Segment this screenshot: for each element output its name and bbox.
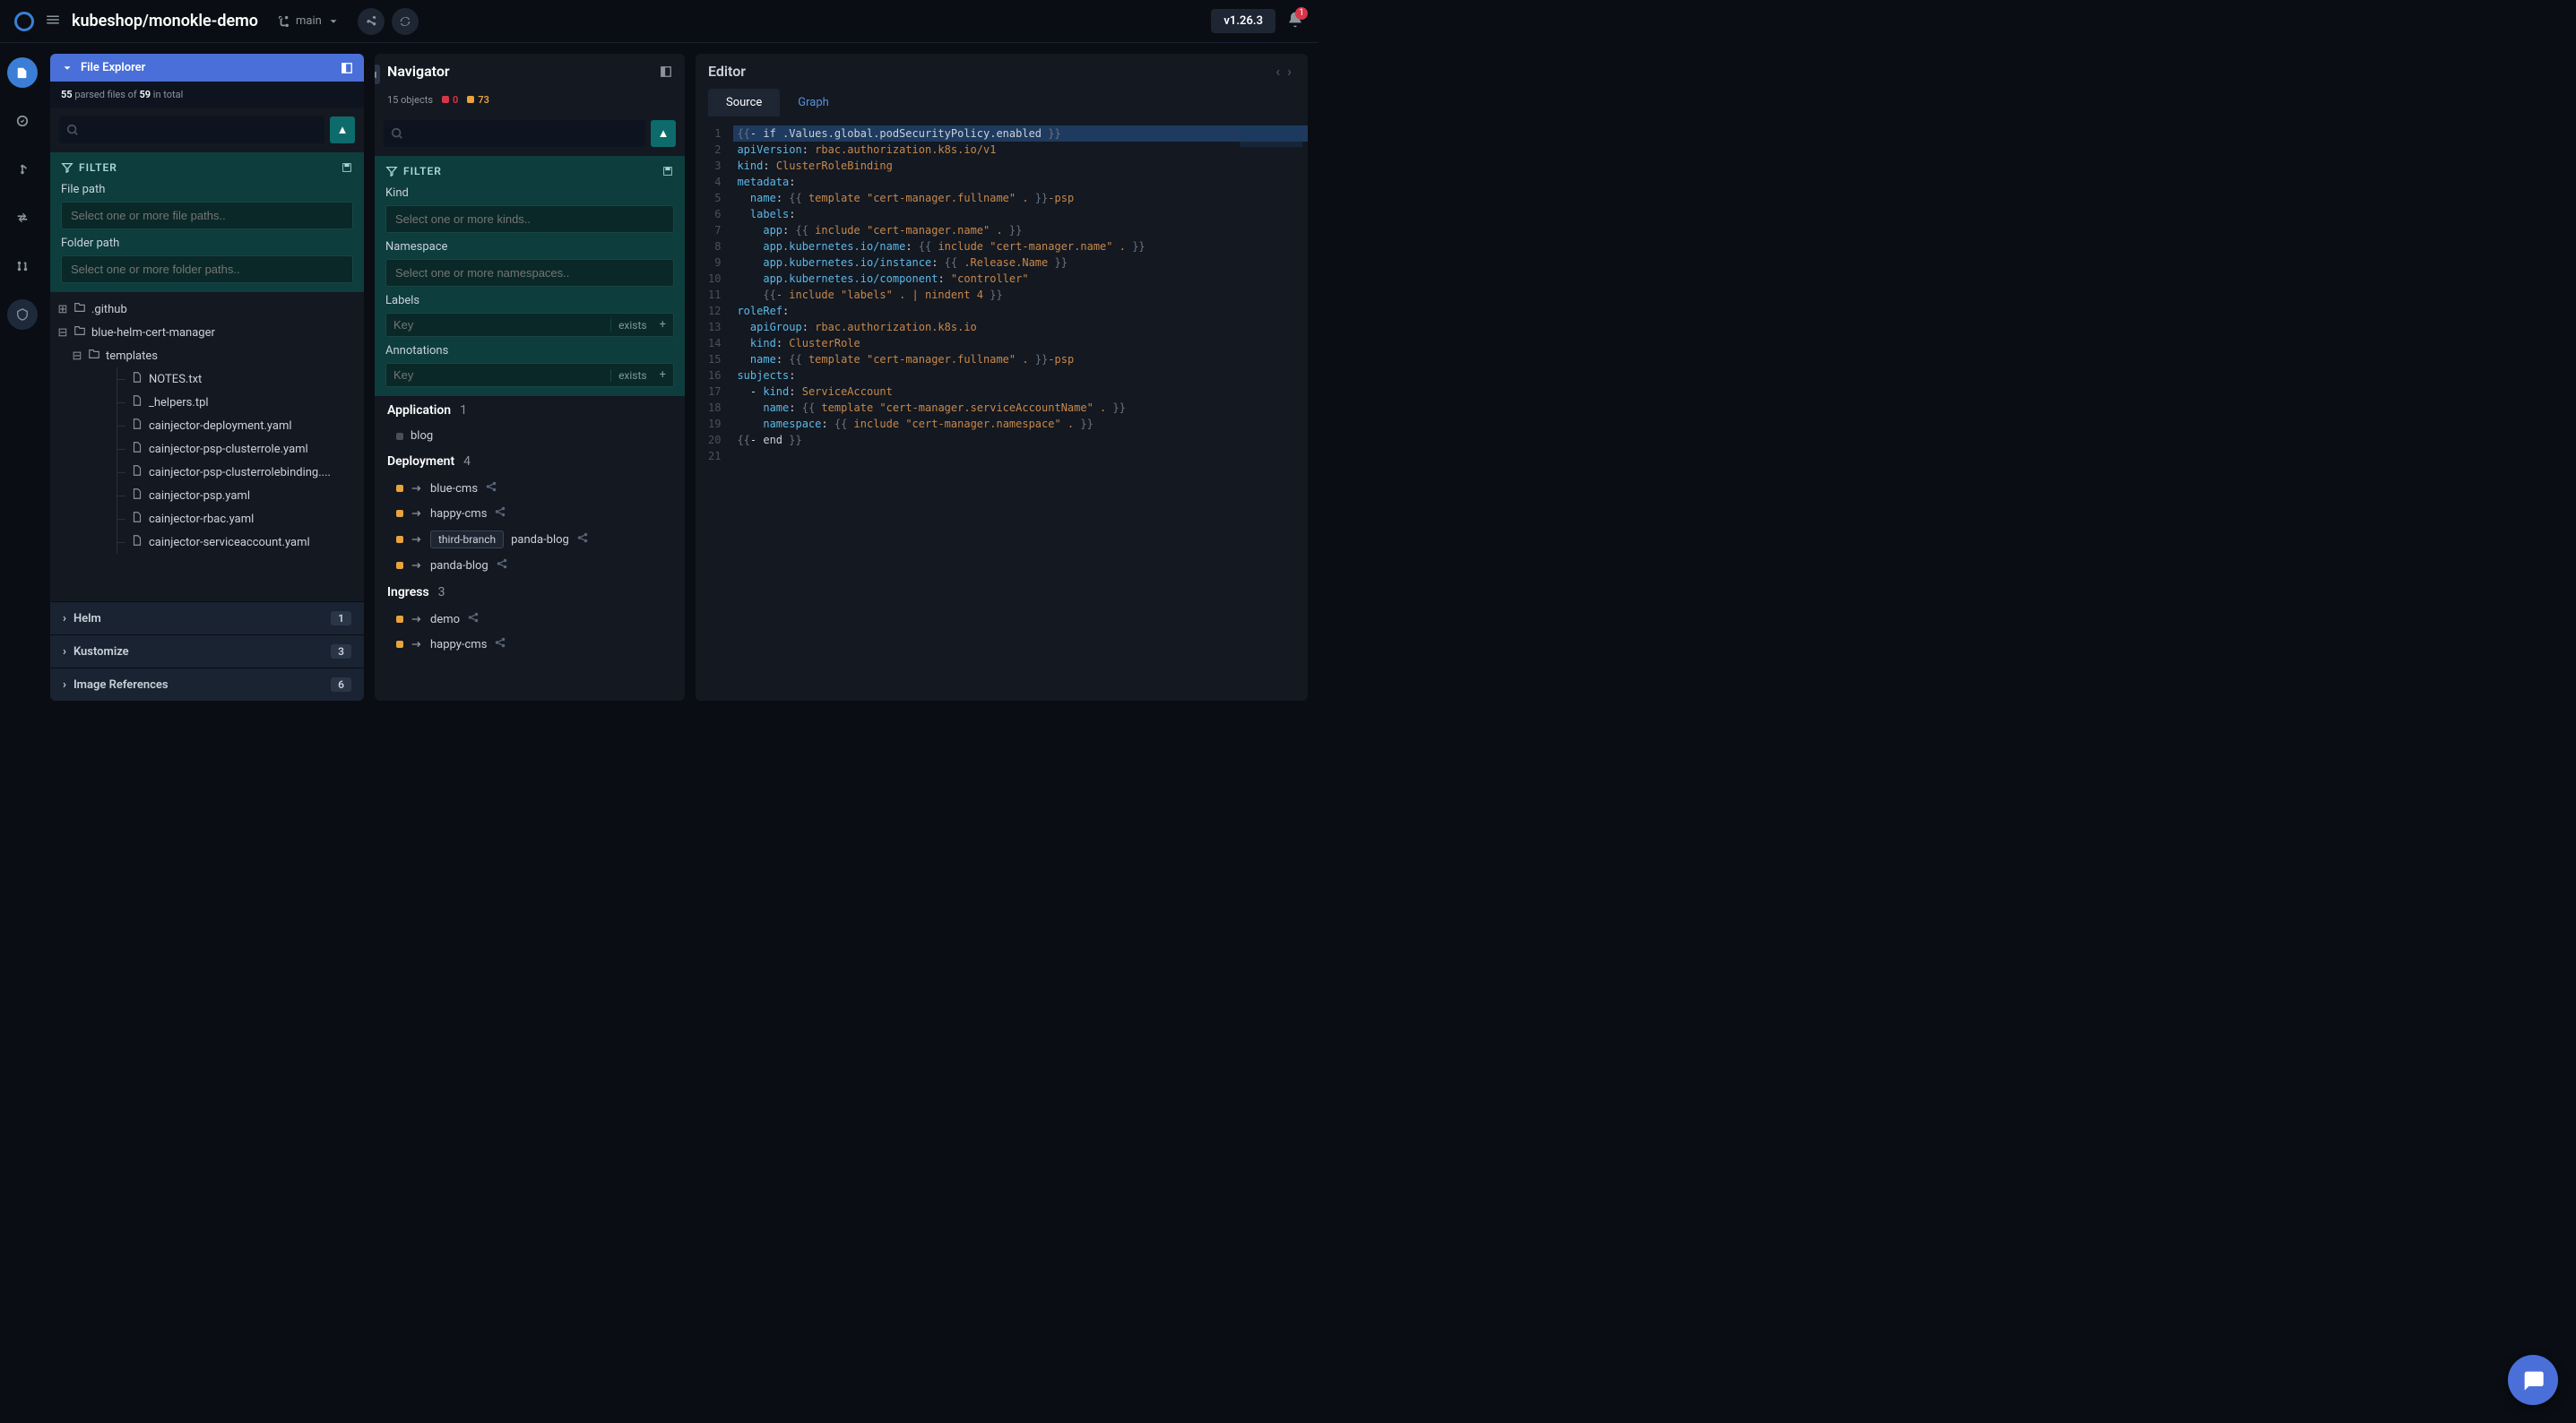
tab-source[interactable]: Source: [708, 89, 780, 116]
nav-item[interactable]: blue-cms: [375, 476, 685, 501]
tree-folder-blue-helm[interactable]: ⊟blue-helm-cert-manager: [50, 321, 364, 344]
accordion-helm[interactable]: ›Helm1: [50, 601, 364, 634]
branch-icon: [278, 15, 290, 28]
nav-group-ingress[interactable]: Ingress3: [375, 578, 685, 607]
annotations-add-button[interactable]: +: [654, 368, 666, 382]
labels-key-input[interactable]: [393, 318, 610, 332]
nav-group-application[interactable]: Application1: [375, 396, 685, 425]
filter-icon: [385, 165, 398, 177]
explorer-title: File Explorer: [81, 61, 145, 74]
folder-path-label: Folder path: [61, 237, 353, 250]
search-icon: [391, 127, 403, 140]
tree-file[interactable]: cainjector-rbac.yaml: [50, 507, 364, 530]
navigator-search-input[interactable]: [384, 120, 645, 147]
project-name: kubeshop/monokle-demo: [72, 12, 258, 30]
tree-file[interactable]: cainjector-psp-clusterrole.yaml: [50, 437, 364, 461]
tree-folder-github[interactable]: ⊞.github: [50, 298, 364, 321]
tree-file[interactable]: NOTES.txt: [50, 367, 364, 391]
filter-label: FILTER: [403, 165, 442, 177]
minimap[interactable]: [1240, 125, 1302, 179]
nav-item[interactable]: demo: [375, 607, 685, 632]
notification-count: 1: [1295, 7, 1308, 20]
tree-folder-templates[interactable]: ⊟templates: [50, 344, 364, 367]
nav-item[interactable]: panda-blog: [375, 553, 685, 578]
nav-group-deployment[interactable]: Deployment4: [375, 447, 685, 476]
filter-label: FILTER: [79, 161, 117, 174]
namespace-input[interactable]: [385, 259, 674, 287]
labels-exists[interactable]: exists: [610, 319, 654, 332]
tree-file[interactable]: cainjector-psp-clusterrolebinding....: [50, 461, 364, 484]
menu-button[interactable]: [45, 12, 61, 31]
notifications-button[interactable]: 1: [1286, 11, 1304, 32]
rail-git-button[interactable]: [7, 154, 38, 185]
logo-icon: [14, 12, 34, 31]
file-path-input[interactable]: [61, 202, 353, 229]
navigator-collapse-button[interactable]: ▲: [651, 120, 676, 147]
layout-icon[interactable]: [341, 62, 353, 74]
error-count: 0: [442, 94, 458, 106]
labels-label: Labels: [385, 294, 674, 307]
sync-button[interactable]: [392, 8, 419, 35]
file-path-label: File path: [61, 183, 353, 196]
nav-item[interactable]: blog: [375, 425, 685, 447]
rail-files-button[interactable]: [7, 57, 38, 88]
chevron-down-icon[interactable]: [61, 62, 73, 74]
rail-pr-button[interactable]: [7, 251, 38, 281]
annotations-exists[interactable]: exists: [610, 369, 654, 382]
save-filter-icon[interactable]: [661, 165, 674, 177]
rail-compare-button[interactable]: [7, 203, 38, 233]
version-badge[interactable]: v1.26.3: [1211, 9, 1275, 33]
editor-title: Editor: [708, 63, 746, 80]
explorer-collapse-button[interactable]: ▲: [330, 116, 355, 143]
labels-add-button[interactable]: +: [654, 318, 666, 332]
nav-item[interactable]: happy-cms: [375, 632, 685, 657]
layout-icon[interactable]: [660, 65, 672, 78]
save-filter-icon[interactable]: [341, 161, 353, 174]
chat-button[interactable]: [2508, 1355, 2558, 1405]
kind-label: Kind: [385, 186, 674, 200]
branch-selector[interactable]: main: [278, 14, 340, 28]
rail-settings-button[interactable]: [7, 299, 38, 330]
explorer-search-input[interactable]: [59, 116, 324, 143]
tree-file[interactable]: cainjector-serviceaccount.yaml: [50, 530, 364, 554]
tab-graph[interactable]: Graph: [780, 89, 847, 116]
annotations-key-input[interactable]: [393, 368, 610, 382]
warning-count: 73: [467, 94, 489, 106]
code-editor[interactable]: 123456789101112131415161718192021 {{- if…: [696, 116, 1308, 701]
navigator-title: Navigator: [387, 63, 450, 80]
kind-input[interactable]: [385, 205, 674, 233]
filter-icon: [61, 161, 73, 174]
objects-count: 15 objects: [387, 94, 433, 106]
tree-file[interactable]: _helpers.tpl: [50, 391, 364, 414]
editor-prev-button[interactable]: ‹: [1272, 63, 1284, 80]
tree-file[interactable]: cainjector-deployment.yaml: [50, 414, 364, 437]
editor-next-button[interactable]: ›: [1284, 63, 1295, 80]
search-icon: [66, 124, 79, 136]
chevron-down-icon: [327, 15, 340, 28]
accordion-image-references[interactable]: ›Image References6: [50, 668, 364, 701]
tree-file[interactable]: cainjector-psp.yaml: [50, 484, 364, 507]
share-button[interactable]: [358, 8, 385, 35]
namespace-label: Namespace: [385, 240, 674, 254]
branch-name: main: [296, 14, 322, 28]
nav-item[interactable]: third-branchpanda-blog: [375, 526, 685, 553]
folder-path-input[interactable]: [61, 255, 353, 283]
accordion-kustomize[interactable]: ›Kustomize3: [50, 634, 364, 668]
nav-item[interactable]: happy-cms: [375, 501, 685, 526]
parsed-files-info: 55 parsed files of 59 in total: [50, 82, 364, 108]
panel-collapse-button[interactable]: ◀: [375, 65, 380, 84]
rail-validate-button[interactable]: [7, 106, 38, 136]
annotations-label: Annotations: [385, 344, 674, 358]
